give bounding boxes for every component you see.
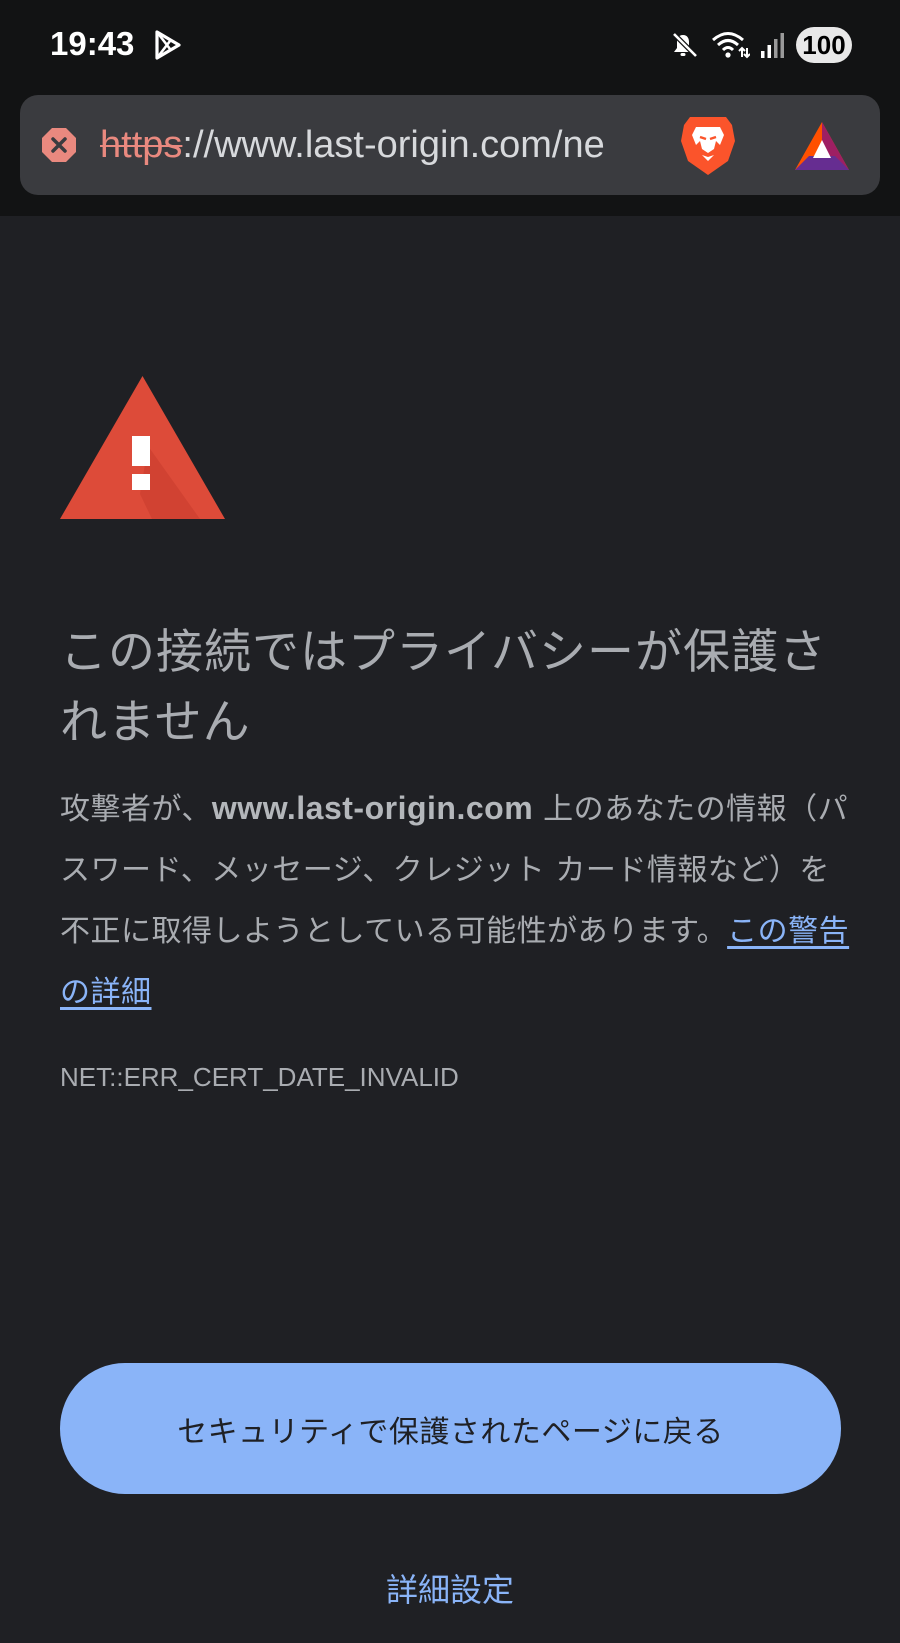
page-title: この接続ではプライバシーが保護されません (60, 625, 828, 750)
status-time: 19:43 (50, 25, 135, 62)
wifi-icon (712, 32, 750, 59)
url-bar[interactable]: https://www.last-origin.com/ne (20, 95, 880, 195)
status-icons: 100 (670, 25, 852, 65)
mute-icon (672, 32, 698, 58)
url-scheme: https (100, 124, 183, 166)
url-text[interactable]: https://www.last-origin.com/ne (100, 119, 680, 171)
url-rest: ://www.last-origin.com/ne (182, 124, 605, 166)
battery-icon: 100 (796, 27, 852, 63)
message-part-1: 攻撃者が、 (60, 792, 212, 827)
warning-message: 攻撃者が、www.last-origin.com 上のあなたの情報（パスワード、… (60, 778, 850, 1023)
back-to-safety-button[interactable]: セキュリティで保護されたページに戻る (60, 1363, 841, 1494)
brave-shields-icon[interactable] (680, 115, 736, 177)
advanced-button[interactable]: 詳細設定 (0, 1568, 900, 1612)
host-name: www.last-origin.com (211, 790, 534, 826)
browser-toolbar: https://www.last-origin.com/ne (0, 92, 900, 216)
signal-icon (761, 33, 784, 58)
not-secure-icon[interactable] (41, 127, 77, 163)
status-bar: 19:43 100 (0, 0, 900, 92)
brave-rewards-icon[interactable] (793, 120, 851, 172)
warning-triangle-icon (60, 376, 225, 519)
play-store-icon (155, 30, 181, 60)
error-code: NET::ERR_CERT_DATE_INVALID (60, 1062, 459, 1092)
